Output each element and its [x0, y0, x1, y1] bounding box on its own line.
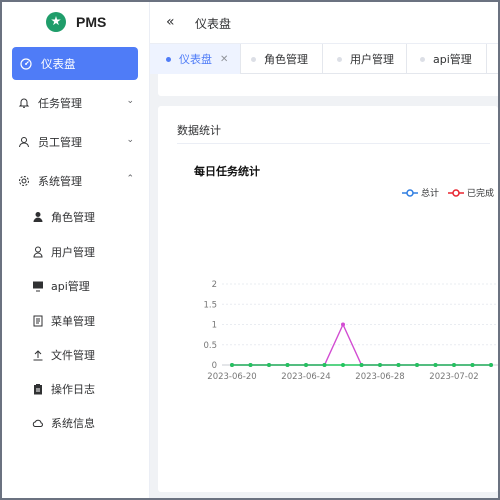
sidebar-item-label: 员工管理: [38, 136, 82, 149]
sidebar-item-label: 任务管理: [38, 97, 82, 110]
cloud-icon: [32, 417, 44, 429]
data-point: [452, 363, 456, 367]
data-point: [433, 363, 438, 367]
sidebar-subitem-menus[interactable]: 菜单管理: [32, 312, 142, 330]
tab-dashboard[interactable]: 仪表盘 ✕: [150, 44, 241, 74]
sidebar-subitem-api[interactable]: api管理: [32, 277, 142, 295]
monitor-icon: [32, 280, 44, 292]
x-tick-label: 2023-06-20: [207, 372, 256, 382]
data-point: [304, 363, 308, 367]
tab-roles[interactable]: 角色管理: [241, 44, 323, 74]
x-tick-label: 2023-06-28: [355, 372, 404, 382]
sidebar-subitem-label: 文件管理: [51, 349, 95, 362]
data-point: [285, 363, 290, 367]
user-icon: [18, 136, 30, 148]
tab-dot: [251, 56, 256, 62]
dashboard-icon: [20, 57, 32, 70]
person-filled-icon: [32, 211, 44, 223]
data-point: [359, 363, 364, 367]
clipboard-icon: [32, 383, 44, 395]
data-point: [470, 363, 475, 367]
y-tick-label: 1: [212, 321, 217, 331]
tab-dot: [420, 56, 425, 62]
sidebar-item-tasks[interactable]: 任务管理 ⌄: [18, 94, 140, 112]
data-point: [248, 363, 253, 367]
legend-label: 已完成: [467, 189, 495, 199]
sidebar-item-employees[interactable]: 员工管理 ⌄: [18, 133, 140, 151]
data-point: [322, 363, 327, 367]
legend-item-total[interactable]: 总计: [402, 186, 439, 199]
top-card: [158, 74, 498, 96]
sidebar: PMS 仪表盘 任务管理 ⌄ 员工管理 ⌄ 系统管理 ⌃ 角色管理 用户管理 a…: [2, 2, 150, 498]
upload-icon: [32, 349, 44, 361]
sidebar-subitem-sysinfo[interactable]: 系统信息: [32, 414, 142, 432]
top-bar: « 仪表盘: [150, 2, 498, 44]
sidebar-item-label: 仪表盘: [41, 56, 76, 71]
logo-icon: [46, 12, 66, 32]
sidebar-subitem-label: 用户管理: [51, 246, 95, 259]
legend-label: 总计: [421, 189, 440, 199]
chevron-down-icon: ⌄: [126, 96, 134, 106]
sidebar-item-dashboard[interactable]: 仪表盘: [12, 47, 138, 80]
y-tick-label: 0: [212, 361, 217, 371]
x-tick-label: 2023-07-02: [429, 372, 478, 382]
sidebar-subitem-roles[interactable]: 角色管理: [32, 208, 142, 226]
data-point: [489, 363, 493, 367]
sidebar-subitem-users[interactable]: 用户管理: [32, 243, 142, 261]
data-point: [378, 363, 382, 367]
chart-title: 每日任务统计: [194, 165, 260, 178]
legend-item-done[interactable]: 已完成: [448, 186, 494, 199]
sidebar-subitem-logs[interactable]: 操作日志: [32, 380, 142, 398]
user-outline-icon: [32, 246, 44, 258]
sidebar-subitem-label: api管理: [51, 280, 90, 293]
tab-dot: [166, 56, 171, 62]
x-tick-label: 2023-06-24: [281, 372, 330, 382]
double-chevron-left-icon[interactable]: «: [166, 14, 175, 30]
sidebar-subitem-label: 角色管理: [51, 211, 95, 224]
gear-icon: [18, 175, 30, 187]
card-title: 数据统计: [177, 124, 221, 137]
sidebar-item-label: 系统管理: [38, 175, 82, 188]
legend-marker-done: [448, 188, 464, 197]
tab-label: 角色管理: [264, 53, 308, 66]
tab-users[interactable]: 用户管理: [323, 44, 407, 74]
sidebar-subitem-label: 系统信息: [51, 417, 95, 430]
tab-bar: 仪表盘 ✕ 角色管理 用户管理 api管理: [150, 44, 498, 74]
sidebar-subitem-label: 操作日志: [51, 383, 95, 396]
bell-icon: [18, 97, 30, 109]
sidebar-subitem-files[interactable]: 文件管理: [32, 346, 142, 364]
data-point: [341, 363, 345, 367]
data-point: [230, 363, 234, 367]
y-tick-label: 0.5: [203, 341, 217, 351]
data-point: [396, 363, 401, 367]
sidebar-item-system[interactable]: 系统管理 ⌃: [18, 172, 140, 190]
y-tick-label: 2: [212, 280, 217, 290]
data-point: [267, 363, 271, 367]
chevron-down-icon: ⌄: [126, 135, 134, 145]
tab-label: api管理: [433, 53, 472, 66]
tab-dot: [337, 56, 342, 62]
main-content: 数据统计 每日任务统计 总计 已完成 0 0.5 1 1.5 2 2023-06-20 20…: [150, 74, 498, 498]
close-icon[interactable]: ✕: [220, 54, 228, 65]
legend-marker-total: [402, 188, 418, 197]
app-window: PMS 仪表盘 任务管理 ⌄ 员工管理 ⌄ 系统管理 ⌃ 角色管理 用户管理 a…: [2, 2, 498, 498]
document-icon: [32, 315, 44, 327]
y-tick-label: 1.5: [203, 300, 217, 310]
line-chart: 0 0.5 1 1.5 2 2023-06-20 2023-06-24 2023-06-28 2…: [203, 280, 498, 382]
logo[interactable]: PMS: [46, 12, 106, 32]
data-point: [415, 363, 419, 367]
tab-label: 用户管理: [350, 53, 394, 66]
tab-api[interactable]: api管理: [407, 44, 487, 74]
tab-label: 仪表盘: [179, 53, 212, 66]
app-name: PMS: [76, 14, 107, 30]
sidebar-subitem-label: 菜单管理: [51, 315, 95, 328]
breadcrumb: 仪表盘: [195, 17, 232, 31]
data-point: [341, 322, 345, 327]
chevron-up-icon: ⌃: [126, 174, 134, 184]
divider: [177, 143, 490, 144]
